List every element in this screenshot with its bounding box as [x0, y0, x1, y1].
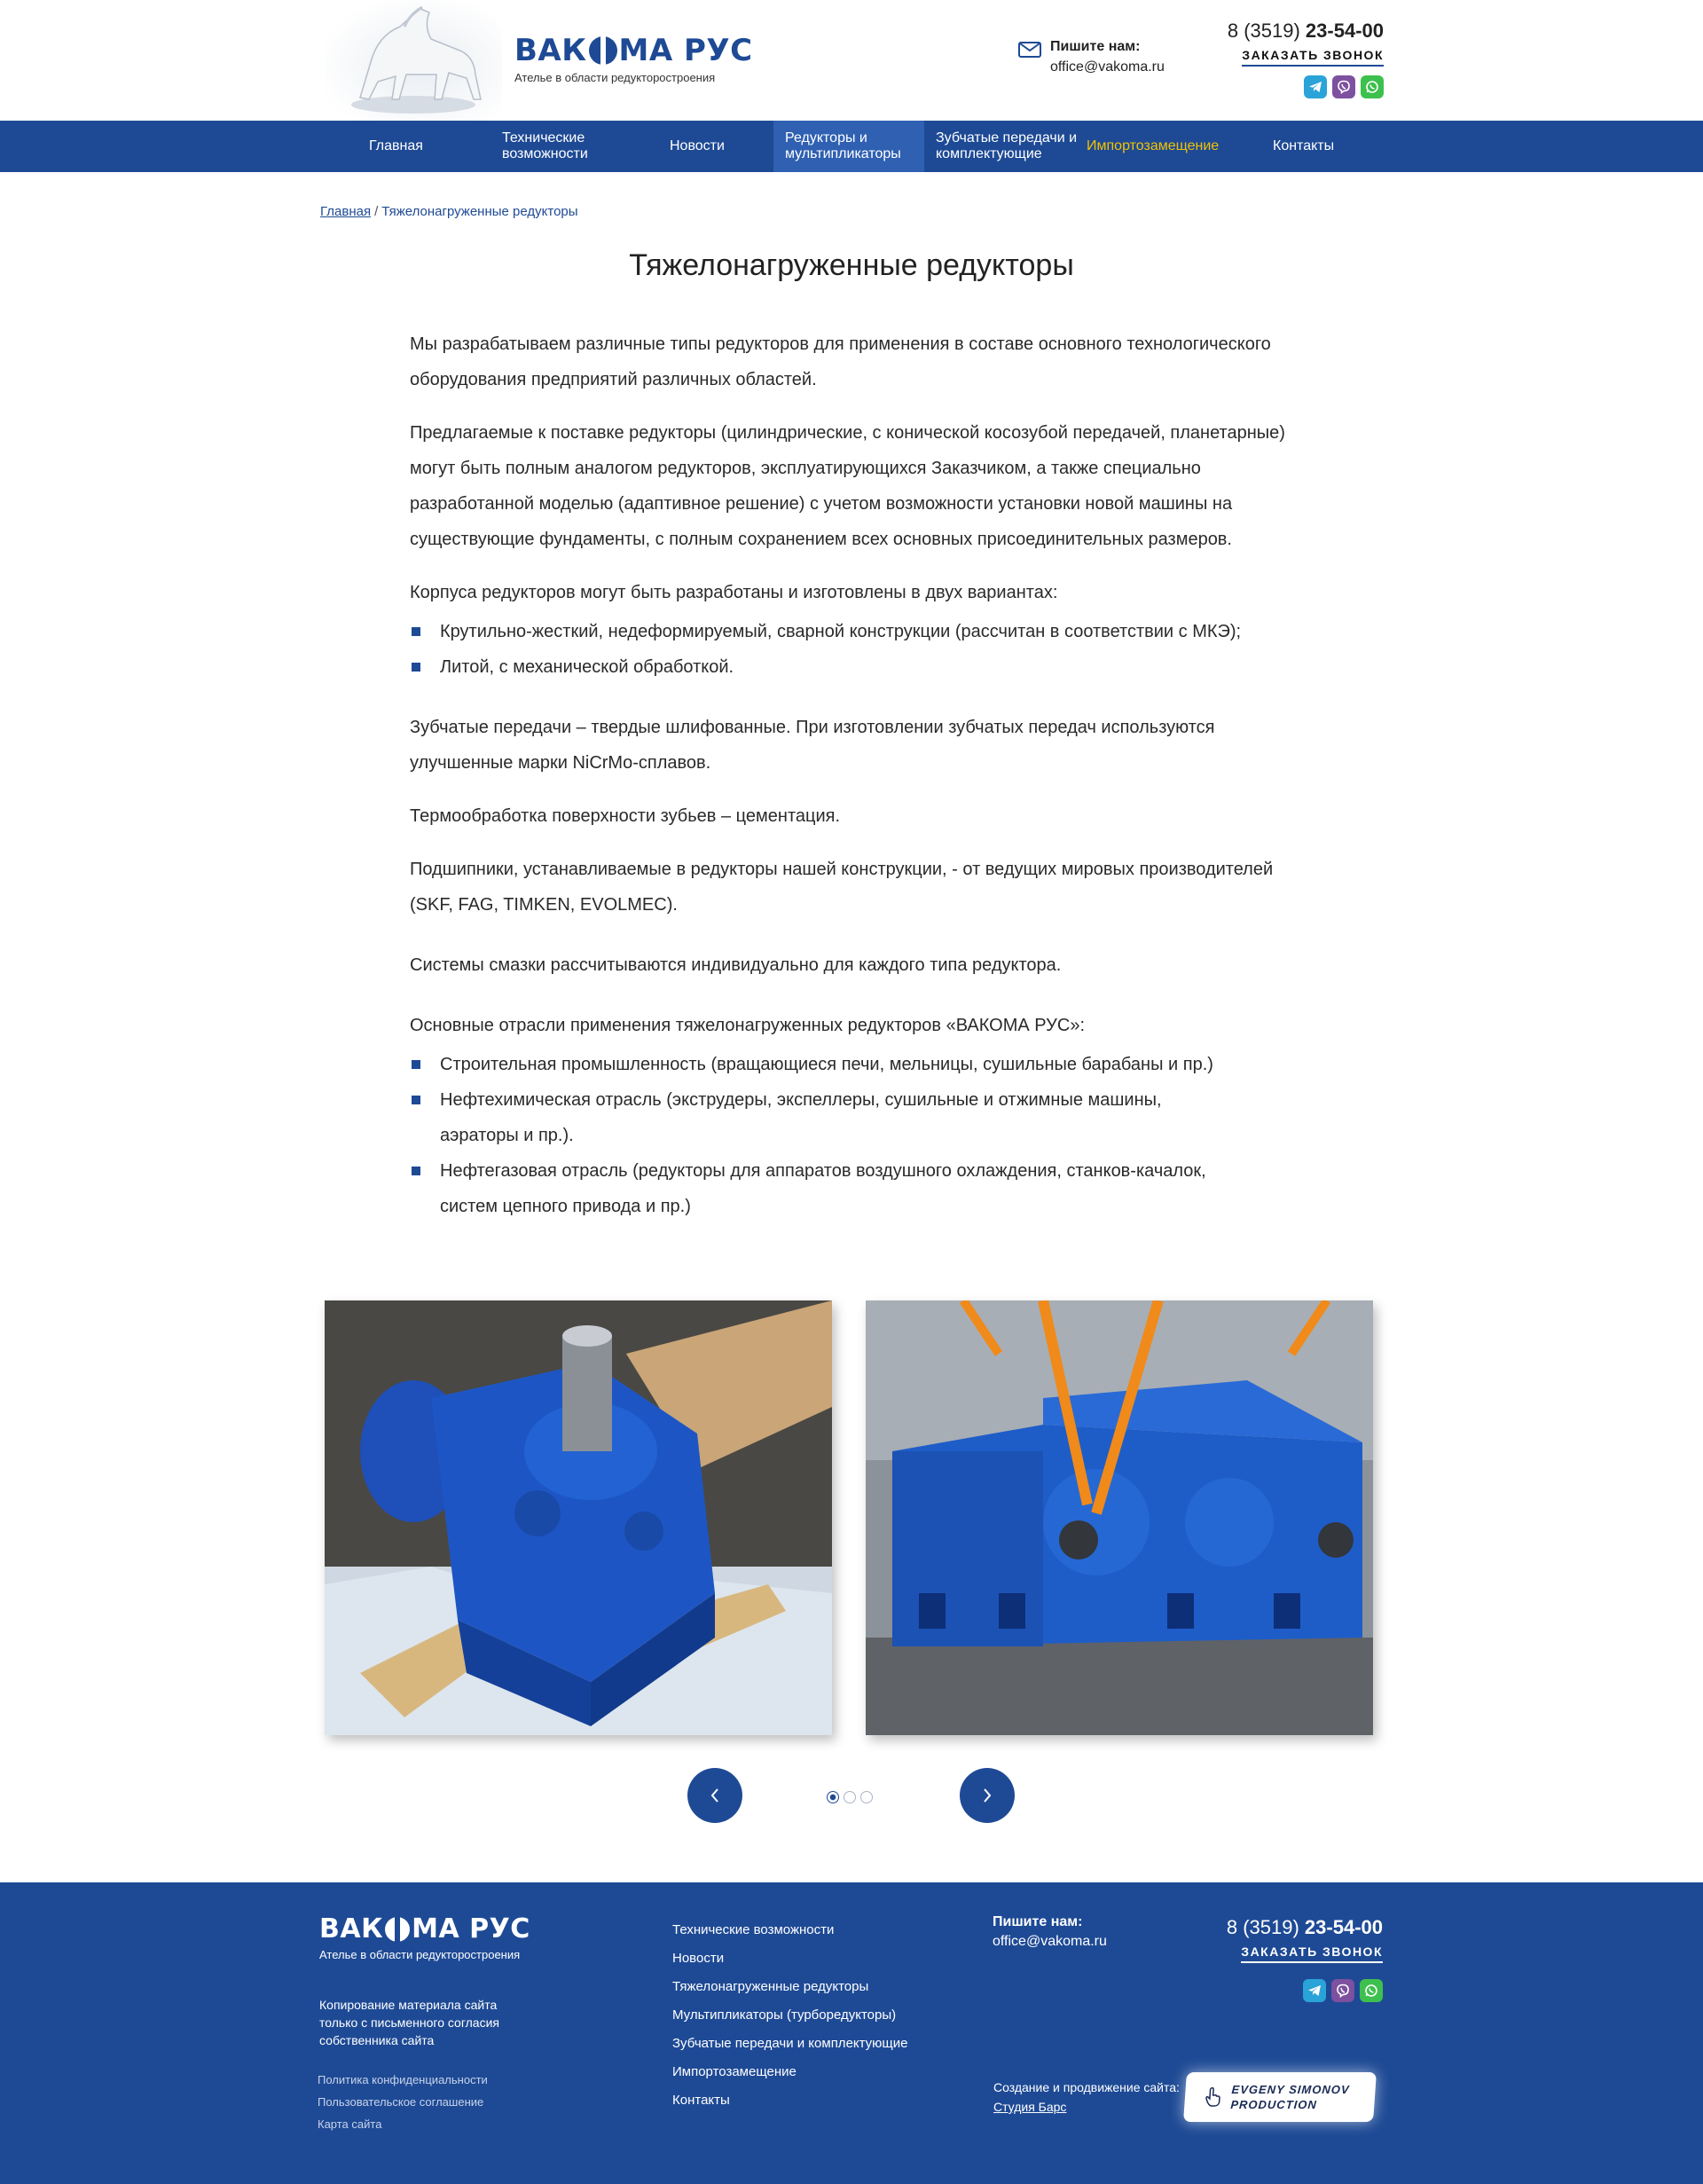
horses-image: [325, 0, 502, 121]
nav-item-gears[interactable]: Зубчатые передачи и комплектующие: [936, 121, 1078, 172]
footer-menu-item[interactable]: Тяжелонагруженные редукторы: [672, 1973, 908, 2001]
page-title: Тяжелонагруженные редукторы: [629, 248, 1074, 282]
badge-line-1: EVGENY SIMONOV: [1231, 2083, 1351, 2096]
telegram-icon[interactable]: [1303, 1979, 1326, 2002]
whatsapp-icon[interactable]: [1361, 75, 1384, 98]
studio-text: Создание и продвижение сайта:: [993, 2080, 1180, 2094]
nav-item-import-substitution[interactable]: Импортозамещение: [1087, 121, 1219, 172]
logo-text-part: МА РУС: [412, 1913, 530, 1944]
main-nav: Главная Технические возможности Новости …: [0, 121, 1703, 172]
footer-mail-block: Пишите нам: office@vakoma.ru: [993, 1914, 1107, 1950]
article-paragraph: Основные отрасли применения тяжелонагруж…: [410, 1016, 1086, 1035]
mail-link[interactable]: office@vakoma.ru: [1050, 59, 1165, 75]
badge-line-2: PRODUCTION: [1229, 2098, 1318, 2111]
footer-studio-credit: Создание и продвижение сайта: Студия Бар…: [993, 2078, 1180, 2117]
footer-phone-prefix: 8 (3519): [1226, 1916, 1299, 1938]
arrow-right-icon: [984, 1788, 992, 1803]
privacy-policy-link[interactable]: Политика конфиденциальности: [318, 2069, 488, 2091]
list-item: Строительная промышленность (вращающиеся…: [410, 1047, 1306, 1082]
viber-icon[interactable]: [1331, 1979, 1354, 2002]
header-phone-block: 8 (3519) 23-54-00 ЗАКАЗАТЬ ЗВОНОК: [1228, 20, 1384, 98]
gallery-pagination: [827, 1791, 873, 1803]
footer-menu-item[interactable]: Импортозамещение: [672, 2058, 908, 2086]
footer-phone-link[interactable]: 8 (3519) 23-54-00: [1227, 1916, 1383, 1939]
nav-item-capabilities[interactable]: Технические возможности: [502, 121, 617, 172]
nav-item-news[interactable]: Новости: [670, 121, 725, 172]
list-item: Нефтегазовая отрасль (редукторы для аппа…: [410, 1153, 1261, 1224]
user-agreement-link[interactable]: Пользовательское соглашение: [318, 2091, 488, 2113]
phone-number: 23-54-00: [1305, 20, 1384, 42]
footer-menu-item[interactable]: Новости: [672, 1944, 908, 1973]
footer-menu: Технические возможности Новости Тяжелона…: [672, 1916, 908, 2115]
breadcrumb-home-link[interactable]: Главная: [320, 204, 371, 219]
viber-icon[interactable]: [1332, 75, 1355, 98]
footer-copyright: Копирование материала сайта только с пис…: [319, 1998, 499, 2047]
footer-logo[interactable]: ВАК МА РУС Ателье в области редукторостро…: [319, 1916, 530, 1962]
article-paragraph: Подшипники, устанавливаемые в редукторы …: [410, 860, 1274, 915]
arrow-left-icon: [710, 1788, 718, 1803]
footer-phone-block: 8 (3519) 23-54-00 ЗАКАЗАТЬ ЗВОНОК: [1227, 1916, 1383, 2002]
sitemap-link[interactable]: Карта сайта: [318, 2113, 488, 2135]
site-footer: ВАК МА РУС Ателье в области редукторостро…: [0, 1882, 1703, 2184]
article-body: Мы разрабатываем различные типы редуктор…: [410, 326, 1306, 1224]
gallery-photo-reducer-small[interactable]: [325, 1300, 832, 1735]
housing-variants-list: Крутильно-жесткий, недеформируемый, свар…: [410, 614, 1306, 685]
nav-item-contacts[interactable]: Контакты: [1273, 121, 1334, 172]
mail-icon: [1018, 42, 1041, 58]
article-paragraph: Термообработка поверхности зубьев – цеме…: [410, 806, 841, 826]
logo-text-part: ВАК: [319, 1913, 384, 1944]
breadcrumb: Главная / Тяжелонагруженные редукторы: [320, 204, 578, 219]
gallery-next-button[interactable]: [960, 1768, 1015, 1823]
article-paragraph: Предлагаемые к поставке редукторы (цилин…: [410, 423, 1285, 549]
studio-link[interactable]: Студия Барс: [993, 2100, 1066, 2114]
logo[interactable]: ВАК МА РУС Ателье в области редукторостро…: [514, 35, 753, 84]
gallery-dot[interactable]: [860, 1791, 873, 1803]
phone-prefix: 8 (3519): [1227, 20, 1300, 42]
breadcrumb-current: Тяжелонагруженные редукторы: [381, 204, 578, 219]
logo-o-mark: [385, 1917, 411, 1942]
footer-menu-item[interactable]: Технические возможности: [672, 1916, 908, 1944]
footer-mail-link[interactable]: office@vakoma.ru: [993, 1934, 1107, 1950]
header-mail-block: Пишите нам: office@vakoma.ru: [1018, 39, 1165, 75]
logo-subtitle: Ателье в области редукторостроения: [514, 71, 716, 84]
footer-menu-item[interactable]: Мультипликаторы (турборедукторы): [672, 2001, 908, 2030]
list-item: Нефтехимическая отрасль (экструдеры, экс…: [410, 1082, 1208, 1153]
gallery-dot[interactable]: [844, 1791, 856, 1803]
article-paragraph: Мы разрабатываем различные типы редуктор…: [410, 334, 1271, 389]
logo-text-part: ВАК: [514, 33, 587, 68]
list-item: Крутильно-жесткий, недеформируемый, свар…: [410, 614, 1306, 649]
logo-text-part: МА РУС: [618, 33, 753, 68]
gallery-dot[interactable]: [827, 1791, 839, 1803]
article-paragraph: Корпуса редукторов могут быть разработан…: [410, 583, 1058, 602]
article-paragraph: Зубчатые передачи – твердые шлифованные.…: [410, 718, 1215, 773]
site-header: ВАК МА РУС Ателье в области редукторостро…: [0, 0, 1703, 121]
nav-item-home[interactable]: Главная: [369, 121, 423, 172]
nav-item-reducers[interactable]: Редукторы и мультипликаторы: [773, 121, 924, 172]
breadcrumb-separator: /: [374, 204, 379, 219]
telegram-icon[interactable]: [1304, 75, 1327, 98]
phone-link[interactable]: 8 (3519) 23-54-00: [1228, 20, 1384, 43]
callback-button[interactable]: ЗАКАЗАТЬ ЗВОНОК: [1242, 48, 1384, 67]
social-links: [1228, 75, 1384, 98]
logo-o-mark: [588, 36, 617, 65]
footer-logo-text: ВАК МА РУС: [319, 1916, 530, 1943]
footer-menu-item[interactable]: Контакты: [672, 2086, 908, 2115]
mail-label: Пишите нам:: [1050, 39, 1141, 54]
gallery-prev-button[interactable]: [687, 1768, 742, 1823]
industries-list: Строительная промышленность (вращающиеся…: [410, 1047, 1306, 1224]
hand-pointer-icon: [1205, 2086, 1220, 2107]
footer-menu-item[interactable]: Зубчатые передачи и комплектующие: [672, 2030, 908, 2058]
gallery-photo-reducer-large[interactable]: [866, 1300, 1373, 1735]
whatsapp-icon[interactable]: [1360, 1979, 1383, 2002]
footer-phone-number: 23-54-00: [1304, 1916, 1383, 1938]
logo-text: ВАК МА РУС: [514, 35, 753, 66]
developer-badge[interactable]: EVGENY SIMONOV PRODUCTION: [1183, 2072, 1377, 2122]
footer-legal-links: Политика конфиденциальности Пользователь…: [318, 2069, 488, 2135]
article-paragraph: Системы смазки рассчитываются индивидуал…: [410, 955, 1062, 975]
footer-social-links: [1227, 1979, 1383, 2002]
list-item: Литой, с механической обработкой.: [410, 649, 1306, 685]
footer-callback-button[interactable]: ЗАКАЗАТЬ ЗВОНОК: [1241, 1944, 1383, 1963]
footer-mail-label: Пишите нам:: [993, 1914, 1083, 1929]
footer-logo-subtitle: Ателье в области редукторостроения: [319, 1948, 521, 1961]
